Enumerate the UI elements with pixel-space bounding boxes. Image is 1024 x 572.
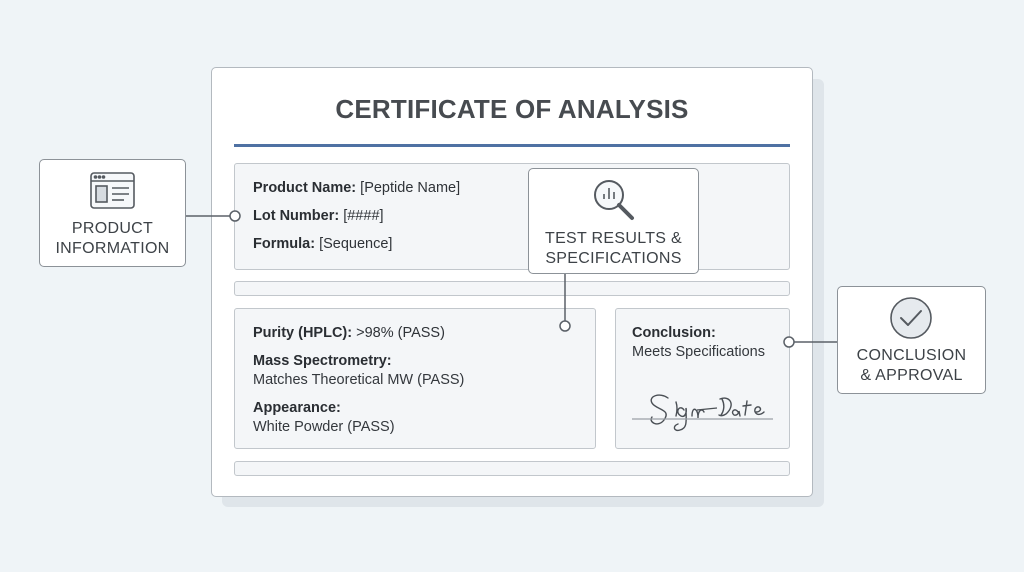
tests-connector [559,274,571,332]
check-circle-icon [890,297,932,339]
diagram-overlay [90,172,932,432]
magnifier-chart-icon [594,180,634,220]
signature [632,394,773,432]
window-icon [90,172,135,209]
conclusion-connector [783,336,837,348]
product-connector [186,210,241,222]
